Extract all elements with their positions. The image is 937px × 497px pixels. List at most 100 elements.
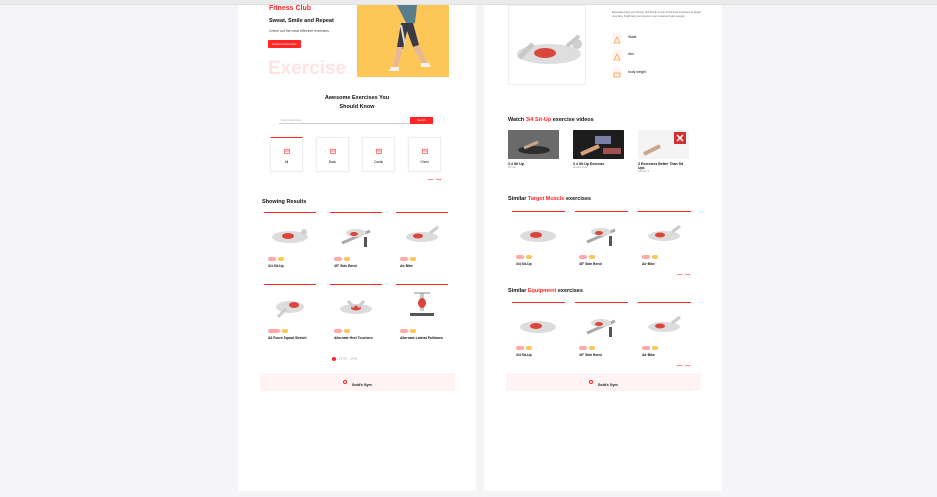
- exercise-name: All Fours Squad Stretch: [268, 336, 307, 340]
- target-tag[interactable]: [410, 257, 416, 261]
- home-page-panel: Fitness Club Sweat, Smile and Repeat Che…: [238, 5, 476, 491]
- body-part-icon: [612, 32, 622, 44]
- video-thumbnail[interactable]: [508, 130, 559, 159]
- video-channel: Fit Life: [508, 166, 516, 169]
- body-part-tag[interactable]: [579, 346, 587, 350]
- video-card[interactable]: 3 Exercises Better Than Sit Ups Athlean-…: [638, 130, 689, 173]
- similar-target-heading: Similar Target Muscle exercises: [508, 196, 591, 202]
- logo-icon: [589, 379, 594, 384]
- footer: Gold's Gym: [260, 373, 455, 391]
- similar-exercise-card[interactable]: 3/4 Sit-Up: [512, 302, 565, 360]
- category-label: Cardio: [373, 160, 384, 164]
- category-cardio[interactable]: Cardio: [362, 137, 395, 172]
- pagination[interactable]: 1 2 3 4 5 ... 14 15: [332, 357, 357, 361]
- exercise-illustration: [341, 229, 371, 247]
- body-part-tag[interactable]: [334, 257, 342, 261]
- equipment-icon: [612, 67, 622, 78]
- video-channel: Athlean-X: [638, 170, 650, 173]
- exercise-card[interactable]: Alternate Heel Touchers: [330, 284, 382, 343]
- exercise-card[interactable]: 3/4 Sit-Up: [264, 212, 316, 271]
- footer: Gold's Gym: [506, 373, 701, 391]
- attribute-label: Abs: [628, 52, 634, 56]
- exercise-name: Air Bike: [400, 264, 413, 268]
- target-tag[interactable]: [410, 329, 416, 333]
- body-part-tag[interactable]: [268, 329, 280, 333]
- exercise-card[interactable]: All Fours Squad Stretch: [264, 284, 316, 343]
- body-part-tag[interactable]: [579, 255, 587, 259]
- footer-logo-text: Gold's Gym: [351, 383, 372, 387]
- exercise-detail-panel: Exercises keep you strong. 3/4 Sit-Up is…: [484, 5, 722, 491]
- target-tag[interactable]: [589, 255, 595, 259]
- similar-target-scroll-arrows[interactable]: ⟵⟶: [677, 272, 692, 277]
- exercise-name: 45° Side Bend: [579, 353, 602, 357]
- category-chest[interactable]: Chest: [408, 137, 441, 172]
- similar-exercise-card[interactable]: 3/4 Sit-Up: [512, 211, 565, 269]
- gym-icon: [376, 148, 382, 154]
- exercise-card[interactable]: Alternate Lateral Pulldown: [396, 284, 448, 343]
- exercise-illustration: [276, 301, 304, 319]
- category-label: All: [284, 160, 289, 164]
- exercise-card[interactable]: 45° Side Bend: [330, 212, 382, 271]
- body-part-tag[interactable]: [400, 257, 408, 261]
- exercise-illustration: [586, 319, 616, 337]
- similar-equipment-heading: Similar Equipment exercises: [508, 288, 583, 294]
- target-tag[interactable]: [652, 255, 658, 259]
- hero-brand: Fitness Club: [269, 5, 312, 12]
- pagination-page[interactable]: 15: [354, 358, 357, 361]
- attribute-label: body weight: [628, 70, 647, 74]
- exercise-illustration: [520, 321, 556, 333]
- body-part-tag[interactable]: [516, 346, 524, 350]
- body-part-tag[interactable]: [400, 329, 408, 333]
- similar-equipment-scroll-arrows[interactable]: ⟵⟶: [677, 363, 692, 368]
- search-heading-line1: Awesome Exercises You: [324, 95, 390, 101]
- category-all[interactable]: All: [270, 137, 303, 172]
- exercise-name: Alternate Lateral Pulldown: [400, 336, 443, 340]
- exercise-detail-image: [508, 5, 586, 85]
- exercise-card[interactable]: Air Bike: [396, 212, 448, 271]
- target-tag[interactable]: [652, 346, 658, 350]
- hero-banner-image: [357, 5, 449, 77]
- category-back[interactable]: Back: [316, 137, 349, 172]
- exercise-name: 45° Side Bend: [334, 264, 357, 268]
- target-tag[interactable]: [526, 255, 532, 259]
- search-input[interactable]: Search Exercises: [279, 117, 409, 124]
- similar-exercise-card[interactable]: 45° Side Bend: [575, 211, 628, 269]
- video-card[interactable]: 3 4 Sit Up Fit Life: [508, 130, 559, 169]
- search-button[interactable]: Search: [410, 117, 433, 124]
- exercise-illustration: [586, 228, 616, 246]
- body-part-tag[interactable]: [642, 255, 650, 259]
- target-tag[interactable]: [282, 329, 288, 333]
- video-thumbnail[interactable]: [638, 130, 689, 159]
- pagination-current-page[interactable]: [332, 357, 336, 361]
- video-thumbnail[interactable]: [573, 130, 624, 159]
- attribute-label: Waist: [628, 35, 637, 39]
- category-scroll-arrows[interactable]: ⟵⟶: [428, 177, 443, 182]
- video-title[interactable]: 3 Exercises Better Than Sit Ups: [638, 162, 689, 170]
- target-tag[interactable]: [278, 257, 284, 261]
- target-tag[interactable]: [589, 346, 595, 350]
- results-heading: Showing Results: [262, 199, 307, 205]
- explore-exercises-button[interactable]: Explore Exercises: [268, 40, 301, 48]
- body-part-tag[interactable]: [642, 346, 650, 350]
- body-part-tag[interactable]: [268, 257, 276, 261]
- search-heading-line2: Should Know: [339, 104, 375, 110]
- exercise-illustration: [648, 315, 681, 332]
- exercise-name: Air Bike: [642, 262, 655, 266]
- body-part-tag[interactable]: [334, 329, 342, 333]
- gym-icon: [330, 148, 336, 154]
- similar-exercise-card[interactable]: 45° Side Bend: [575, 302, 628, 360]
- target-tag[interactable]: [526, 346, 532, 350]
- hero-subtext: Check out the most effective exercises: [269, 29, 329, 33]
- similar-exercise-card[interactable]: Air Bike: [638, 211, 691, 269]
- target-tag[interactable]: [344, 329, 350, 333]
- exercise-illustration: [272, 229, 308, 243]
- video-card[interactable]: 3 4 Sit Up Exercise Muscle Tube: [573, 130, 624, 169]
- heading-suffix: exercises: [556, 288, 583, 294]
- similar-exercise-card[interactable]: Air Bike: [638, 302, 691, 360]
- exercise-illustration: [406, 225, 439, 242]
- exercise-illustration: [340, 299, 372, 314]
- exercise-name: 3/4 Sit-Up: [268, 264, 284, 268]
- target-tag[interactable]: [344, 257, 350, 261]
- body-part-tag[interactable]: [516, 255, 524, 259]
- hero-watermark: Exercise: [268, 58, 347, 79]
